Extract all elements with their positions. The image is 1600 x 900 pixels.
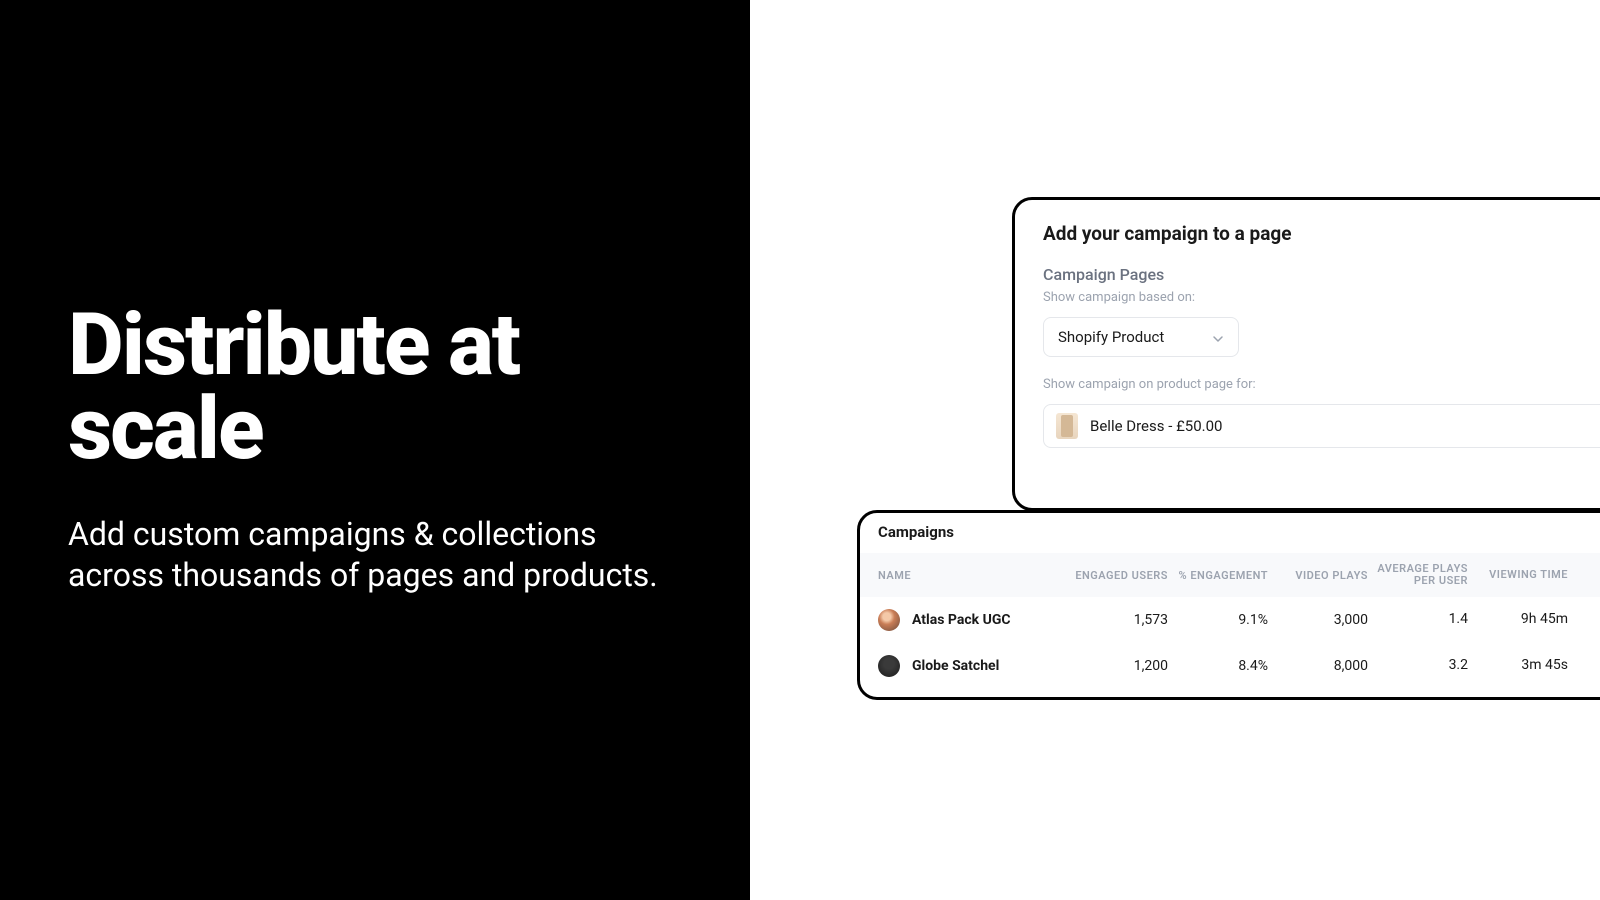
row-time: 9h 45m — [1468, 612, 1568, 627]
product-name-label: Belle Dress - £50.00 — [1090, 417, 1222, 435]
row-plays: 3,000 — [1268, 612, 1368, 628]
campaigns-card: Campaigns NAME ENGAGED USERS % ENGAGEMEN… — [857, 510, 1600, 700]
row-time: 3m 45s — [1468, 658, 1568, 673]
campaigns-table-header: NAME ENGAGED USERS % ENGAGEMENT VIDEO PL… — [860, 553, 1600, 597]
col-header-avg: AVERAGE PLAYS PER USER — [1368, 563, 1468, 587]
product-select-row[interactable]: Belle Dress - £50.00 — [1043, 404, 1600, 448]
campaign-pages-label: Campaign Pages — [1043, 265, 1600, 284]
row-avg: 1.4 — [1368, 612, 1468, 627]
avatar — [878, 609, 900, 631]
col-header-name: NAME — [878, 569, 1068, 582]
row-engaged: 1,200 — [1068, 658, 1168, 674]
add-campaign-card: Add your campaign to a page Campaign Pag… — [1012, 197, 1600, 511]
table-row[interactable]: Globe Satchel 1,200 8.4% 8,000 3.2 3m 45… — [860, 643, 1600, 689]
chevron-down-icon — [1212, 331, 1224, 343]
table-row[interactable]: Atlas Pack UGC 1,573 9.1% 3,000 1.4 9h 4… — [860, 597, 1600, 643]
avatar — [878, 655, 900, 677]
col-header-time: VIEWING TIME — [1468, 569, 1568, 581]
add-campaign-title: Add your campaign to a page — [1043, 222, 1600, 245]
col-header-engaged: ENGAGED USERS — [1068, 569, 1168, 582]
basis-select[interactable]: Shopify Product — [1043, 317, 1239, 357]
campaigns-title: Campaigns — [860, 515, 1600, 553]
helper-basis: Show campaign based on: — [1043, 290, 1600, 305]
helper-product: Show campaign on product page for: — [1043, 377, 1600, 392]
hero-subheadline: Add custom campaigns & collections acros… — [68, 514, 682, 597]
row-name: Globe Satchel — [912, 658, 999, 674]
row-pct: 9.1% — [1168, 612, 1268, 628]
col-header-plays: VIDEO PLAYS — [1268, 569, 1368, 582]
product-thumbnail — [1056, 413, 1078, 439]
row-engaged: 1,573 — [1068, 612, 1168, 628]
hero-panel: Distribute at scale Add custom campaigns… — [0, 0, 750, 900]
row-plays: 8,000 — [1268, 658, 1368, 674]
row-pct: 8.4% — [1168, 658, 1268, 674]
preview-panel: Add your campaign to a page Campaign Pag… — [750, 0, 1600, 900]
col-header-pct: % ENGAGEMENT — [1168, 569, 1268, 582]
basis-select-value: Shopify Product — [1058, 328, 1164, 346]
hero-headline: Distribute at scale — [68, 303, 682, 472]
row-avg: 3.2 — [1368, 658, 1468, 673]
row-name: Atlas Pack UGC — [912, 612, 1011, 628]
